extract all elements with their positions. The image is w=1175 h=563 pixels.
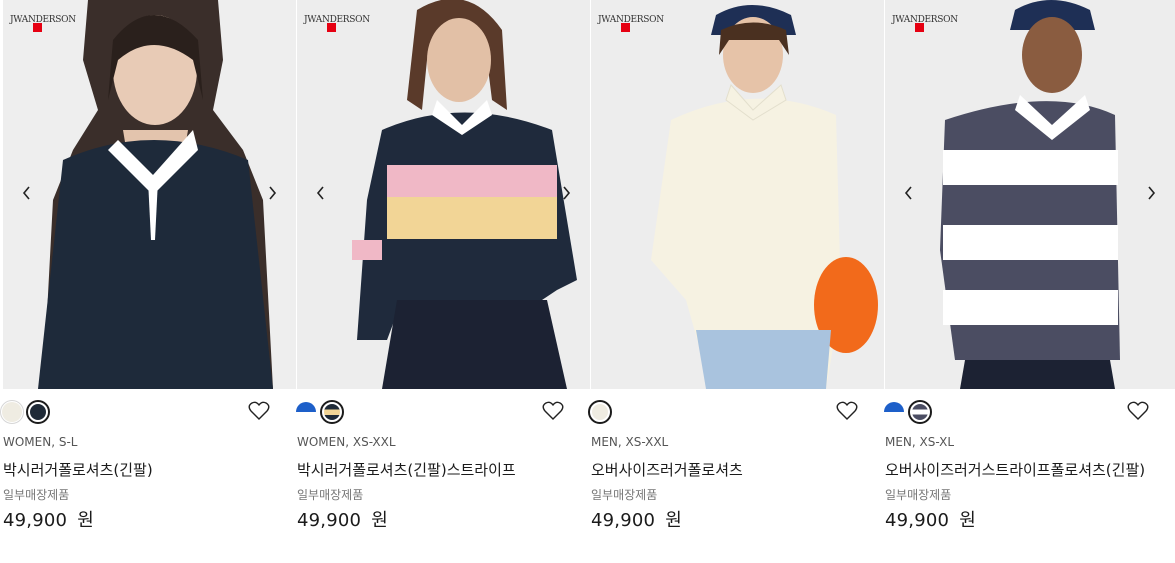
model-photo xyxy=(297,0,590,389)
uniqlo-badge-icon xyxy=(621,23,630,32)
stock-note: 일부매장제품 xyxy=(591,488,658,502)
color-swatches xyxy=(882,389,1175,433)
brand-logo-text: JWANDERSON xyxy=(598,15,664,25)
gender-size: MEN, XS-XL xyxy=(885,435,955,449)
color-swatch-off-white[interactable] xyxy=(0,400,24,424)
heart-icon[interactable] xyxy=(248,401,270,421)
product-card[interactable]: JWANDERSON WOMEN, XS-XXL 박시러거폴로셔츠(긴팔)스트라… xyxy=(294,0,590,563)
model-photo xyxy=(3,0,296,389)
color-swatch-blue-stripe[interactable] xyxy=(294,400,318,424)
product-price: 49,900 원 xyxy=(591,508,884,534)
next-image-button[interactable] xyxy=(260,181,284,205)
uniqlo-badge-icon xyxy=(915,23,924,32)
price-value: 49,900 xyxy=(297,510,362,531)
product-card[interactable]: JWANDERSON MEN, XS-XL 오버사이즈러거스트라이프폴로셔츠(긴… xyxy=(882,0,1175,563)
model-photo xyxy=(885,0,1175,389)
uniqlo-badge-icon xyxy=(327,23,336,32)
product-image[interactable]: JWANDERSON xyxy=(591,0,884,389)
chevron-left-icon xyxy=(904,186,912,200)
color-swatch-off-white[interactable] xyxy=(588,400,612,424)
product-price: 49,900 원 xyxy=(297,508,590,534)
gender-size: MEN, XS-XXL xyxy=(591,435,669,449)
color-swatches xyxy=(0,389,296,433)
chevron-left-icon xyxy=(316,186,324,200)
gender-size: WOMEN, S-L xyxy=(3,435,78,449)
product-card[interactable]: JWANDERSON WOMEN, S-L 박시러거폴로셔츠(긴팔) 일부매장제… xyxy=(0,0,296,563)
price-currency: 원 xyxy=(959,510,976,531)
heart-icon[interactable] xyxy=(542,401,564,421)
chevron-right-icon xyxy=(269,186,277,200)
product-price: 49,900 원 xyxy=(3,508,296,534)
color-swatches xyxy=(588,389,884,433)
product-image[interactable]: JWANDERSON xyxy=(885,0,1175,389)
stock-note: 일부매장제품 xyxy=(3,488,70,502)
heart-icon[interactable] xyxy=(836,401,858,421)
product-image[interactable]: JWANDERSON xyxy=(3,0,296,389)
uniqlo-badge-icon xyxy=(33,23,42,32)
chevron-right-icon xyxy=(1148,186,1156,200)
price-currency: 원 xyxy=(77,510,94,531)
stock-note: 일부매장제품 xyxy=(885,488,952,502)
product-grid: JWANDERSON WOMEN, S-L 박시러거폴로셔츠(긴팔) 일부매장제… xyxy=(0,0,1175,563)
chevron-left-icon xyxy=(22,186,30,200)
product-image[interactable]: JWANDERSON xyxy=(297,0,590,389)
brand-logo-text: JWANDERSON xyxy=(304,15,370,25)
chevron-right-icon xyxy=(563,186,571,200)
product-name[interactable]: 오버사이즈러거스트라이프폴로셔츠(긴팔) xyxy=(885,457,1155,483)
brand-logo-text: JWANDERSON xyxy=(10,15,76,25)
prev-image-button[interactable] xyxy=(309,181,333,205)
prev-image-button[interactable] xyxy=(15,181,39,205)
next-image-button[interactable] xyxy=(554,181,578,205)
product-name[interactable]: 박시러거폴로셔츠(긴팔) xyxy=(3,457,273,483)
product-name[interactable]: 박시러거폴로셔츠(긴팔)스트라이프 xyxy=(297,457,567,483)
color-swatch-navy[interactable] xyxy=(26,400,50,424)
gender-size: WOMEN, XS-XXL xyxy=(297,435,396,449)
next-image-button[interactable] xyxy=(1139,181,1163,205)
stock-note: 일부매장제품 xyxy=(297,488,364,502)
color-swatches xyxy=(294,389,590,433)
product-name[interactable]: 오버사이즈러거폴로셔츠 xyxy=(591,457,861,483)
price-value: 49,900 xyxy=(3,510,68,531)
prev-image-button[interactable] xyxy=(897,181,921,205)
price-currency: 원 xyxy=(371,510,388,531)
price-value: 49,900 xyxy=(591,510,656,531)
color-swatch-blue-stripe[interactable] xyxy=(882,400,906,424)
model-photo xyxy=(591,0,884,389)
color-swatch-navy-stripe[interactable] xyxy=(320,400,344,424)
brand-logo-text: JWANDERSON xyxy=(892,15,958,25)
price-currency: 원 xyxy=(665,510,682,531)
product-price: 49,900 원 xyxy=(885,508,1175,534)
color-swatch-gray-stripe[interactable] xyxy=(908,400,932,424)
product-card[interactable]: JWANDERSON MEN, XS-XXL 오버사이즈러거폴로셔츠 일부매장제… xyxy=(588,0,884,563)
price-value: 49,900 xyxy=(885,510,950,531)
heart-icon[interactable] xyxy=(1127,401,1149,421)
